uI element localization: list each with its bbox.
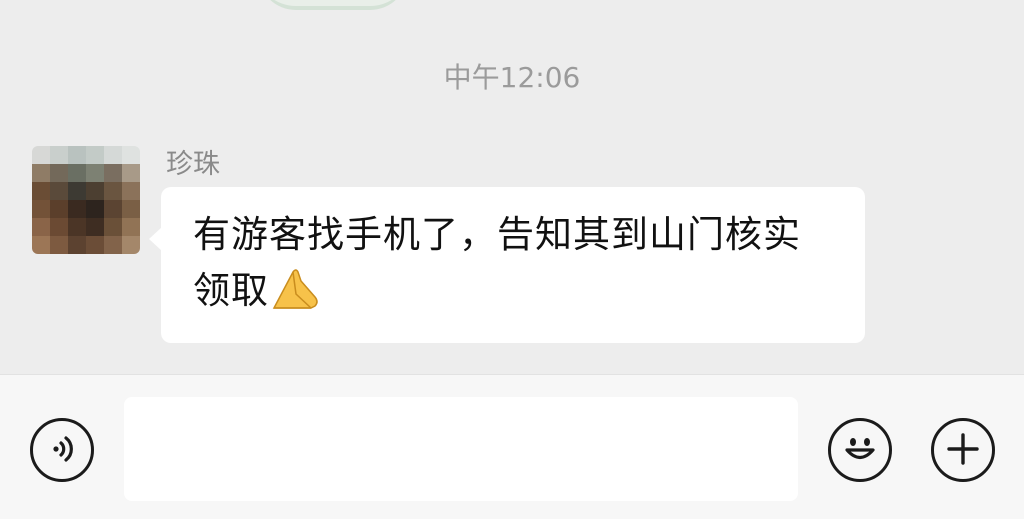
- chat-area: 中午12:06 珍珠 有游客找手机了，告知其到山门核实领取: [0, 0, 1024, 374]
- avatar-pixel: [68, 236, 86, 254]
- avatar-pixel: [122, 182, 140, 200]
- avatar-pixel: [68, 200, 86, 218]
- avatar-pixel: [32, 182, 50, 200]
- avatar-pixel: [68, 164, 86, 182]
- avatar-pixel: [50, 164, 68, 182]
- avatar[interactable]: [32, 146, 140, 254]
- avatar-pixel: [50, 236, 68, 254]
- avatar-pixel: [50, 146, 68, 164]
- avatar-pixel: [122, 236, 140, 254]
- avatar-pixel: [122, 218, 140, 236]
- avatar-pixel: [104, 200, 122, 218]
- avatar-pixel: [32, 146, 50, 164]
- avatar-pixel: [68, 218, 86, 236]
- avatar-pixel: [86, 218, 104, 236]
- avatar-pixel: [68, 182, 86, 200]
- avatar-pixel: [86, 200, 104, 218]
- avatar-pixel: [50, 218, 68, 236]
- avatar-pixel: [104, 164, 122, 182]
- voice-button[interactable]: [30, 418, 94, 482]
- avatar-pixel: [50, 182, 68, 200]
- avatar-pixel: [68, 146, 86, 164]
- avatar-pixel: [104, 218, 122, 236]
- avatar-pixel: [32, 200, 50, 218]
- plus-icon: [945, 431, 981, 470]
- avatar-pixel: [104, 182, 122, 200]
- avatar-pixel: [32, 164, 50, 182]
- avatar-pixel: [104, 146, 122, 164]
- more-button[interactable]: [931, 418, 995, 482]
- avatar-pixel: [122, 164, 140, 182]
- avatar-pixel: [122, 200, 140, 218]
- avatar-pixel: [32, 218, 50, 236]
- sender-name: 珍珠: [166, 149, 220, 180]
- avatar-pixel: [86, 182, 104, 200]
- emoji-button[interactable]: [828, 418, 892, 482]
- message-input[interactable]: [124, 397, 798, 501]
- folded-hands-emoji-icon: [271, 267, 321, 327]
- input-bar: [0, 374, 1024, 519]
- avatar-pixel: [32, 236, 50, 254]
- message-timestamp: 中午12:06: [443, 61, 581, 94]
- smiley-icon: [840, 429, 880, 472]
- partial-image-bubble[interactable]: [258, 0, 408, 10]
- avatar-pixel: [86, 164, 104, 182]
- avatar-pixel: [50, 200, 68, 218]
- message-bubble[interactable]: 有游客找手机了，告知其到山门核实领取: [149, 187, 865, 343]
- avatar-pixel: [86, 146, 104, 164]
- voice-icon: [45, 432, 79, 469]
- avatar-pixel: [104, 236, 122, 254]
- avatar-pixel: [122, 146, 140, 164]
- avatar-pixel: [86, 236, 104, 254]
